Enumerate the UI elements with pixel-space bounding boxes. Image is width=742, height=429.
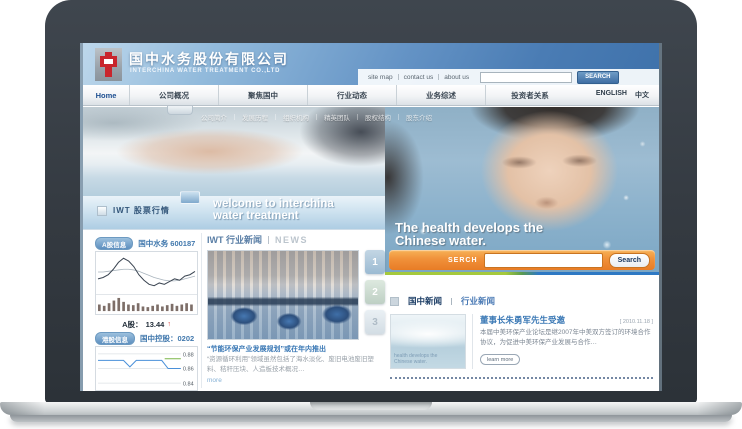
hk-ytick-2: 0.84 bbox=[183, 382, 194, 388]
hk-ytick-0: 0.88 bbox=[183, 352, 194, 358]
subnav-item-intro[interactable]: 公司简介 bbox=[201, 112, 227, 122]
main-nav: Home 公司概况 聚焦国中 行业动态 业务综述 投资者关系 ENGLISH 中… bbox=[83, 85, 659, 106]
news-photo-water-treatment-plant[interactable] bbox=[207, 250, 359, 340]
price-line bbox=[98, 258, 195, 285]
welcome-message: welcome to interchina water treatment bbox=[213, 199, 334, 222]
hk-ytick-1: 0.86 bbox=[183, 367, 194, 373]
company-name-cn: 国中水务股份有限公司 bbox=[129, 49, 289, 69]
contact-link[interactable]: contact us bbox=[404, 74, 434, 81]
hk-share-row: 港股信息 国中控股：0202 bbox=[95, 332, 194, 345]
dotted-separator bbox=[390, 377, 653, 379]
stock-panel-header: IWT 股票行情 bbox=[97, 205, 170, 216]
price-up-arrow-icon: ↑ bbox=[167, 321, 171, 328]
company-name-en: INTERCHINA WATER TREATMENT CO.,LTD bbox=[130, 68, 280, 74]
header-search-input[interactable] bbox=[480, 72, 572, 83]
right-news-tabs: 国中新闻 行业新闻 bbox=[390, 295, 495, 307]
hk-share-badge: 港股信息 bbox=[95, 332, 135, 345]
nav-item-investor-relations[interactable]: 投资者关系 bbox=[486, 85, 574, 105]
subnav-item-history[interactable]: 发展历程 bbox=[242, 112, 268, 122]
lang-english[interactable]: ENGLISH bbox=[596, 90, 627, 100]
browser-viewport: 国中水务股份有限公司 INTERCHINA WATER TREATMENT CO… bbox=[83, 43, 659, 391]
sub-nav: 公司简介 发展历程 组织机构 精英团队 股权结构 股东介绍 bbox=[201, 112, 601, 122]
right-news-item-body: 本届中美环保产业论坛是继2007年中美双方签订的环境合作协议，为促进中美环保产业… bbox=[480, 328, 653, 349]
page-button-1[interactable]: 1 bbox=[365, 250, 385, 274]
laptop-base-edge bbox=[10, 415, 732, 422]
price-value: 13.44 bbox=[146, 320, 165, 329]
subnav-item-organization[interactable]: 组织机构 bbox=[283, 112, 309, 122]
center-article-more-link[interactable]: more bbox=[207, 377, 222, 384]
page-button-2[interactable]: 2 bbox=[365, 280, 385, 304]
welcome-line2: water treatment bbox=[213, 211, 334, 223]
laptop-base-notch bbox=[310, 402, 432, 410]
hk-price-line bbox=[98, 360, 181, 368]
a-share-price-chart bbox=[96, 252, 197, 294]
company-logo[interactable] bbox=[95, 48, 122, 81]
divider bbox=[451, 298, 452, 305]
news-tab-icon bbox=[390, 297, 399, 306]
column-divider bbox=[201, 233, 202, 388]
right-news-item-header: 董事长朱勇军先生受邀 [ 2010.11.18 ] bbox=[480, 314, 653, 326]
hk-share-name: 国中控股：0202 bbox=[140, 333, 194, 344]
center-news-title-en: NEWS bbox=[275, 235, 308, 245]
hero-headline: The health develops the Chinese water. bbox=[395, 221, 543, 247]
nav-item-industry-news[interactable]: 行业动态 bbox=[308, 85, 397, 105]
right-news-item-title[interactable]: 董事长朱勇军先生受邀 bbox=[480, 314, 565, 326]
a-share-chart bbox=[95, 251, 198, 315]
a-share-price-row: A股： 13.44 ↑ bbox=[95, 319, 198, 330]
volume-chart-wrap bbox=[96, 294, 197, 313]
tab-company-news[interactable]: 国中新闻 bbox=[408, 295, 442, 307]
a-share-badge: A股信息 bbox=[95, 237, 133, 250]
thumb-caption-line2: Chinese water. bbox=[394, 359, 437, 365]
stock-panel-title: IWT 股票行情 bbox=[113, 205, 170, 216]
news-thumbnail[interactable]: health develops the Chinese water. bbox=[390, 314, 466, 369]
sitemap-link[interactable]: site map bbox=[368, 74, 393, 81]
thumbnail-caption: health develops the Chinese water. bbox=[394, 353, 437, 365]
center-article-body: “资源循环利用”领域虽然包括了海水淡化、废旧电池废旧塑料、秸秆压块、人造板技术概… bbox=[207, 355, 381, 375]
welcome-line1: welcome to interchina bbox=[213, 199, 334, 211]
divider bbox=[438, 74, 439, 80]
hero-headline-line2: Chinese water. bbox=[395, 234, 543, 247]
right-news-more-button[interactable]: learn more bbox=[480, 354, 520, 365]
laptop-mockup: 国中水务股份有限公司 INTERCHINA WATER TREATMENT CO… bbox=[0, 0, 742, 429]
nav-active-tab-notch bbox=[167, 106, 193, 115]
hero-search-button[interactable]: Search bbox=[609, 253, 650, 268]
band-notch-decoration bbox=[180, 191, 200, 204]
header-search-button[interactable]: SEARCH bbox=[577, 71, 618, 84]
photo-pagination: 1 2 3 bbox=[365, 250, 385, 334]
divider bbox=[398, 74, 399, 80]
subnav-item-shareholders[interactable]: 股东介绍 bbox=[406, 112, 432, 122]
a-share-row: A股信息 国中水务 600187 bbox=[95, 237, 195, 250]
hk-share-chart: 0.88 0.86 0.84 bbox=[95, 346, 198, 391]
hero-search-label: SERCH bbox=[448, 257, 478, 264]
price-label: A股： bbox=[122, 319, 142, 330]
accent-gradient-line bbox=[385, 272, 659, 275]
a-share-name: 国中水务 600187 bbox=[138, 238, 195, 249]
divider bbox=[268, 236, 269, 244]
subnav-item-team[interactable]: 精英团队 bbox=[324, 112, 350, 122]
nav-item-business[interactable]: 业务综述 bbox=[397, 85, 486, 105]
a-share-volume-chart bbox=[96, 295, 197, 313]
tab-industry-news[interactable]: 行业新闻 bbox=[461, 295, 495, 307]
lang-chinese[interactable]: 中文 bbox=[635, 90, 649, 100]
center-article-title[interactable]: “节能环保产业发展规划”或在年内推出 bbox=[207, 344, 383, 354]
nav-item-company-profile[interactable]: 公司概况 bbox=[130, 85, 219, 105]
utility-bar: site map contact us about us SEARCH bbox=[358, 69, 659, 85]
laptop-frame: 国中水务股份有限公司 INTERCHINA WATER TREATMENT CO… bbox=[45, 0, 697, 403]
subnav-item-equity[interactable]: 股权结构 bbox=[365, 112, 391, 122]
center-news-title: IWT 行业新闻 bbox=[207, 233, 262, 246]
about-link[interactable]: about us bbox=[444, 74, 469, 81]
hk-chart-svg: 0.88 0.86 0.84 bbox=[96, 347, 197, 390]
hero-search-input[interactable] bbox=[484, 253, 603, 268]
divider bbox=[472, 314, 473, 369]
logo-icon bbox=[104, 59, 113, 64]
nav-item-home[interactable]: Home bbox=[83, 85, 130, 105]
site-header: 国中水务股份有限公司 INTERCHINA WATER TREATMENT CO… bbox=[83, 43, 659, 85]
center-news-header: IWT 行业新闻 NEWS bbox=[207, 233, 308, 246]
language-switch: ENGLISH 中文 bbox=[596, 90, 659, 100]
stock-panel-icon bbox=[97, 206, 107, 216]
hero-search-bar: SERCH Search bbox=[389, 250, 655, 270]
page-button-3[interactable]: 3 bbox=[365, 310, 385, 334]
nav-item-focus[interactable]: 聚焦国中 bbox=[219, 85, 308, 105]
right-news-item-date: [ 2010.11.18 ] bbox=[620, 319, 653, 325]
